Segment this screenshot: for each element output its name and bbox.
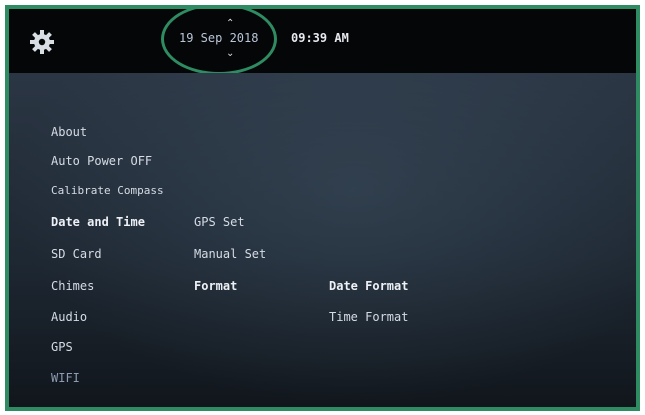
menu-item-audio[interactable]: Audio <box>51 310 87 324</box>
menu-item-about[interactable]: About <box>51 125 87 139</box>
submenu-item-date-format[interactable]: Date Format <box>329 279 408 293</box>
menu-item-calibrate-compass[interactable]: Calibrate Compass <box>51 184 164 197</box>
menu-item-auto-power-off[interactable]: Auto Power OFF <box>51 154 152 168</box>
gear-icon[interactable] <box>29 29 55 55</box>
submenu-item-gps-set[interactable]: GPS Set <box>194 215 245 229</box>
submenu-item-manual-set[interactable]: Manual Set <box>194 247 266 261</box>
submenu-item-format[interactable]: Format <box>194 279 237 293</box>
submenu-item-time-format[interactable]: Time Format <box>329 310 408 324</box>
menu-item-gps[interactable]: GPS <box>51 340 73 354</box>
device-screen: ⌃ 19 Sep 2018 ⌄ 09:39 AM About Auto Powe… <box>5 5 640 411</box>
menu-item-sd-card[interactable]: SD Card <box>51 247 102 261</box>
highlight-circle <box>161 9 277 75</box>
time-value: 09:39 AM <box>291 31 349 45</box>
menu-item-wifi[interactable]: WIFI <box>51 371 80 385</box>
menu-item-date-and-time[interactable]: Date and Time <box>51 215 145 229</box>
settings-menu: About Auto Power OFF Calibrate Compass D… <box>9 73 636 407</box>
top-bar: ⌃ 19 Sep 2018 ⌄ 09:39 AM <box>9 9 636 75</box>
menu-item-chimes[interactable]: Chimes <box>51 279 94 293</box>
